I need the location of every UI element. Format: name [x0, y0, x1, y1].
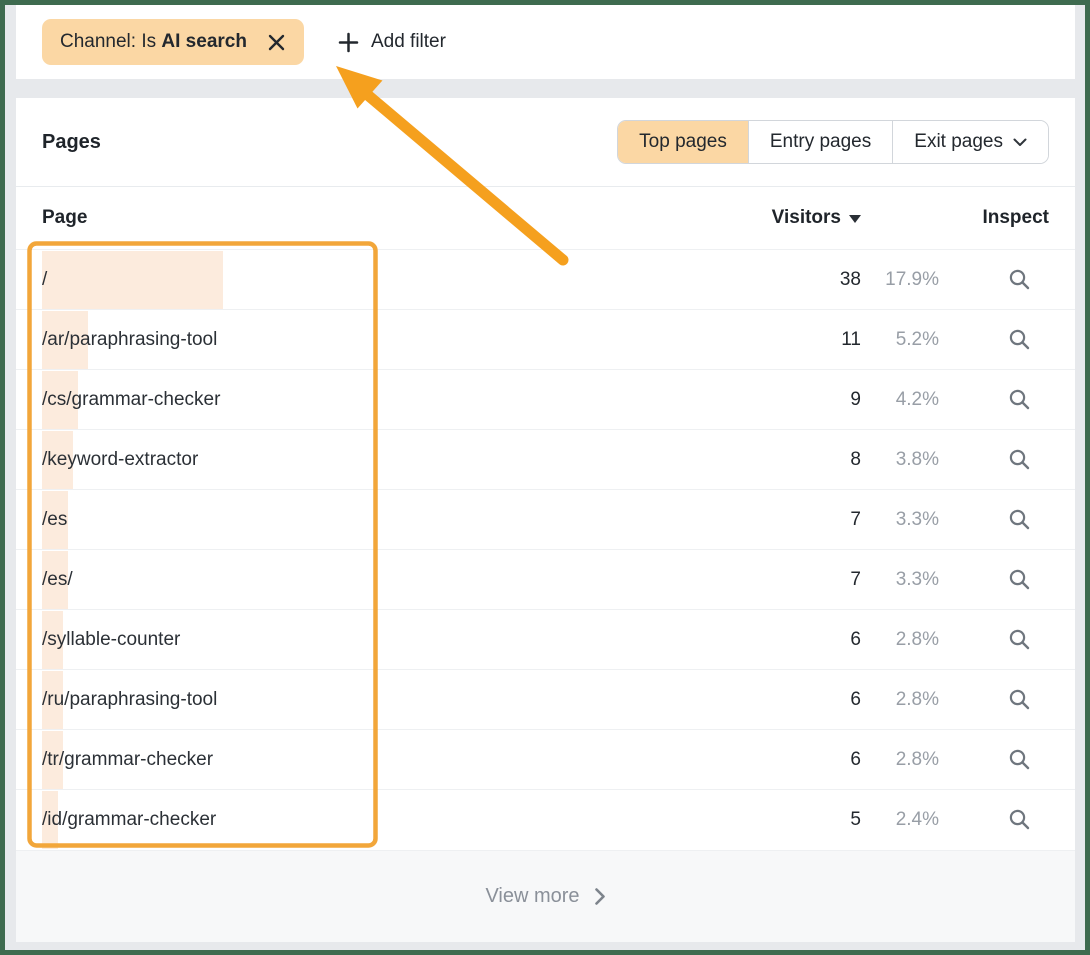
percent-cell: 3.8% — [861, 449, 939, 471]
magnifier-icon — [1008, 688, 1031, 711]
tab-top-pages[interactable]: Top pages — [618, 121, 748, 163]
add-filter-button[interactable]: Add filter — [338, 31, 446, 53]
inspect-cell — [939, 688, 1049, 711]
visitors-cell: 7 — [850, 569, 861, 591]
column-header-inspect: Inspect — [939, 207, 1049, 229]
page-cell: /ru/paraphrasing-tool — [42, 689, 850, 711]
inspect-cell — [939, 508, 1049, 531]
percent-cell: 2.8% — [861, 689, 939, 711]
magnifier-icon — [1008, 568, 1031, 591]
visitors-cell: 6 — [850, 749, 861, 771]
chevron-right-icon — [594, 887, 606, 906]
inspect-cell — [939, 808, 1049, 831]
inspect-cell — [939, 328, 1049, 351]
view-more-label: View more — [485, 885, 579, 908]
close-icon — [267, 33, 286, 52]
remove-filter-button[interactable] — [267, 33, 286, 52]
table-row: /keyword-extractor 8 3.8% — [16, 429, 1075, 489]
table-row: /ru/paraphrasing-tool 6 2.8% — [16, 669, 1075, 729]
percent-cell: 5.2% — [861, 329, 939, 351]
percent-cell: 2.8% — [861, 629, 939, 651]
visitors-cell: 8 — [850, 449, 861, 471]
inspect-button[interactable] — [1008, 268, 1031, 291]
inspect-button[interactable] — [1008, 388, 1031, 411]
visitors-cell: 9 — [850, 389, 861, 411]
inspect-cell — [939, 448, 1049, 471]
table-row: /syllable-counter 6 2.8% — [16, 609, 1075, 669]
inspect-cell — [939, 748, 1049, 771]
inspect-cell — [939, 268, 1049, 291]
percent-cell: 17.9% — [861, 269, 939, 291]
page-cell: /keyword-extractor — [42, 449, 850, 471]
visitors-cell: 11 — [841, 329, 861, 351]
view-more-button[interactable]: View more — [485, 885, 605, 908]
table-footer: View more — [16, 850, 1075, 942]
table-row: /es/ 7 3.3% — [16, 549, 1075, 609]
percent-cell: 2.8% — [861, 749, 939, 771]
pages-card-header: Pages Top pages Entry pages Exit pages — [16, 98, 1075, 187]
visitors-cell: 7 — [850, 509, 861, 531]
inspect-cell — [939, 628, 1049, 651]
add-filter-label: Add filter — [371, 31, 446, 53]
filter-chip-value: AI search — [161, 31, 247, 52]
inspect-cell — [939, 388, 1049, 411]
pages-tabs-group: Top pages Entry pages Exit pages — [617, 120, 1049, 164]
column-header-visitors[interactable]: Visitors — [772, 207, 861, 229]
magnifier-icon — [1008, 448, 1031, 471]
table-header: Page Visitors Inspect — [16, 187, 1075, 249]
inspect-button[interactable] — [1008, 568, 1031, 591]
magnifier-icon — [1008, 628, 1031, 651]
percent-cell: 3.3% — [861, 569, 939, 591]
magnifier-icon — [1008, 508, 1031, 531]
page-cell: / — [42, 269, 840, 291]
magnifier-icon — [1008, 328, 1031, 351]
page-cell: /tr/grammar-checker — [42, 749, 850, 771]
channel-filter-chip[interactable]: Channel: Is AI search — [42, 19, 304, 65]
table-row: /id/grammar-checker 5 2.4% — [16, 789, 1075, 849]
visitors-cell: 5 — [850, 809, 861, 831]
table-row: / 38 17.9% — [16, 249, 1075, 309]
magnifier-icon — [1008, 748, 1031, 771]
page-cell: /id/grammar-checker — [42, 809, 850, 831]
page-cell: /es — [42, 509, 850, 531]
inspect-button[interactable] — [1008, 688, 1031, 711]
page-cell: /es/ — [42, 569, 850, 591]
sort-desc-icon — [849, 215, 861, 223]
percent-cell: 4.2% — [861, 389, 939, 411]
page-cell: /ar/paraphrasing-tool — [42, 329, 841, 351]
tab-entry-pages[interactable]: Entry pages — [748, 121, 892, 163]
table-body: / 38 17.9% /ar/paraphrasing-tool 11 5.2% — [16, 249, 1075, 849]
inspect-button[interactable] — [1008, 328, 1031, 351]
filter-chip-label: Channel: Is AI search — [60, 31, 247, 53]
inspect-cell — [939, 568, 1049, 591]
plus-icon — [338, 32, 359, 53]
chevron-down-icon — [1013, 138, 1027, 147]
table-row: /es 7 3.3% — [16, 489, 1075, 549]
table-row: /tr/grammar-checker 6 2.8% — [16, 729, 1075, 789]
page-cell: /syllable-counter — [42, 629, 850, 651]
inspect-button[interactable] — [1008, 448, 1031, 471]
visitors-cell: 6 — [850, 629, 861, 651]
magnifier-icon — [1008, 808, 1031, 831]
tab-exit-pages[interactable]: Exit pages — [892, 121, 1048, 163]
pages-card: Pages Top pages Entry pages Exit pages P… — [16, 98, 1075, 942]
inspect-button[interactable] — [1008, 628, 1031, 651]
inspect-button[interactable] — [1008, 808, 1031, 831]
page-title: Pages — [42, 131, 101, 154]
column-header-page: Page — [42, 207, 772, 229]
magnifier-icon — [1008, 388, 1031, 411]
visitors-cell: 38 — [840, 269, 861, 291]
percent-cell: 2.4% — [861, 809, 939, 831]
visitors-cell: 6 — [850, 689, 861, 711]
table-row: /ar/paraphrasing-tool 11 5.2% — [16, 309, 1075, 369]
filter-bar: Channel: Is AI search Add filter — [16, 5, 1075, 79]
inspect-button[interactable] — [1008, 508, 1031, 531]
inspect-button[interactable] — [1008, 748, 1031, 771]
page-cell: /cs/grammar-checker — [42, 389, 850, 411]
table-row: /cs/grammar-checker 9 4.2% — [16, 369, 1075, 429]
percent-cell: 3.3% — [861, 509, 939, 531]
magnifier-icon — [1008, 268, 1031, 291]
